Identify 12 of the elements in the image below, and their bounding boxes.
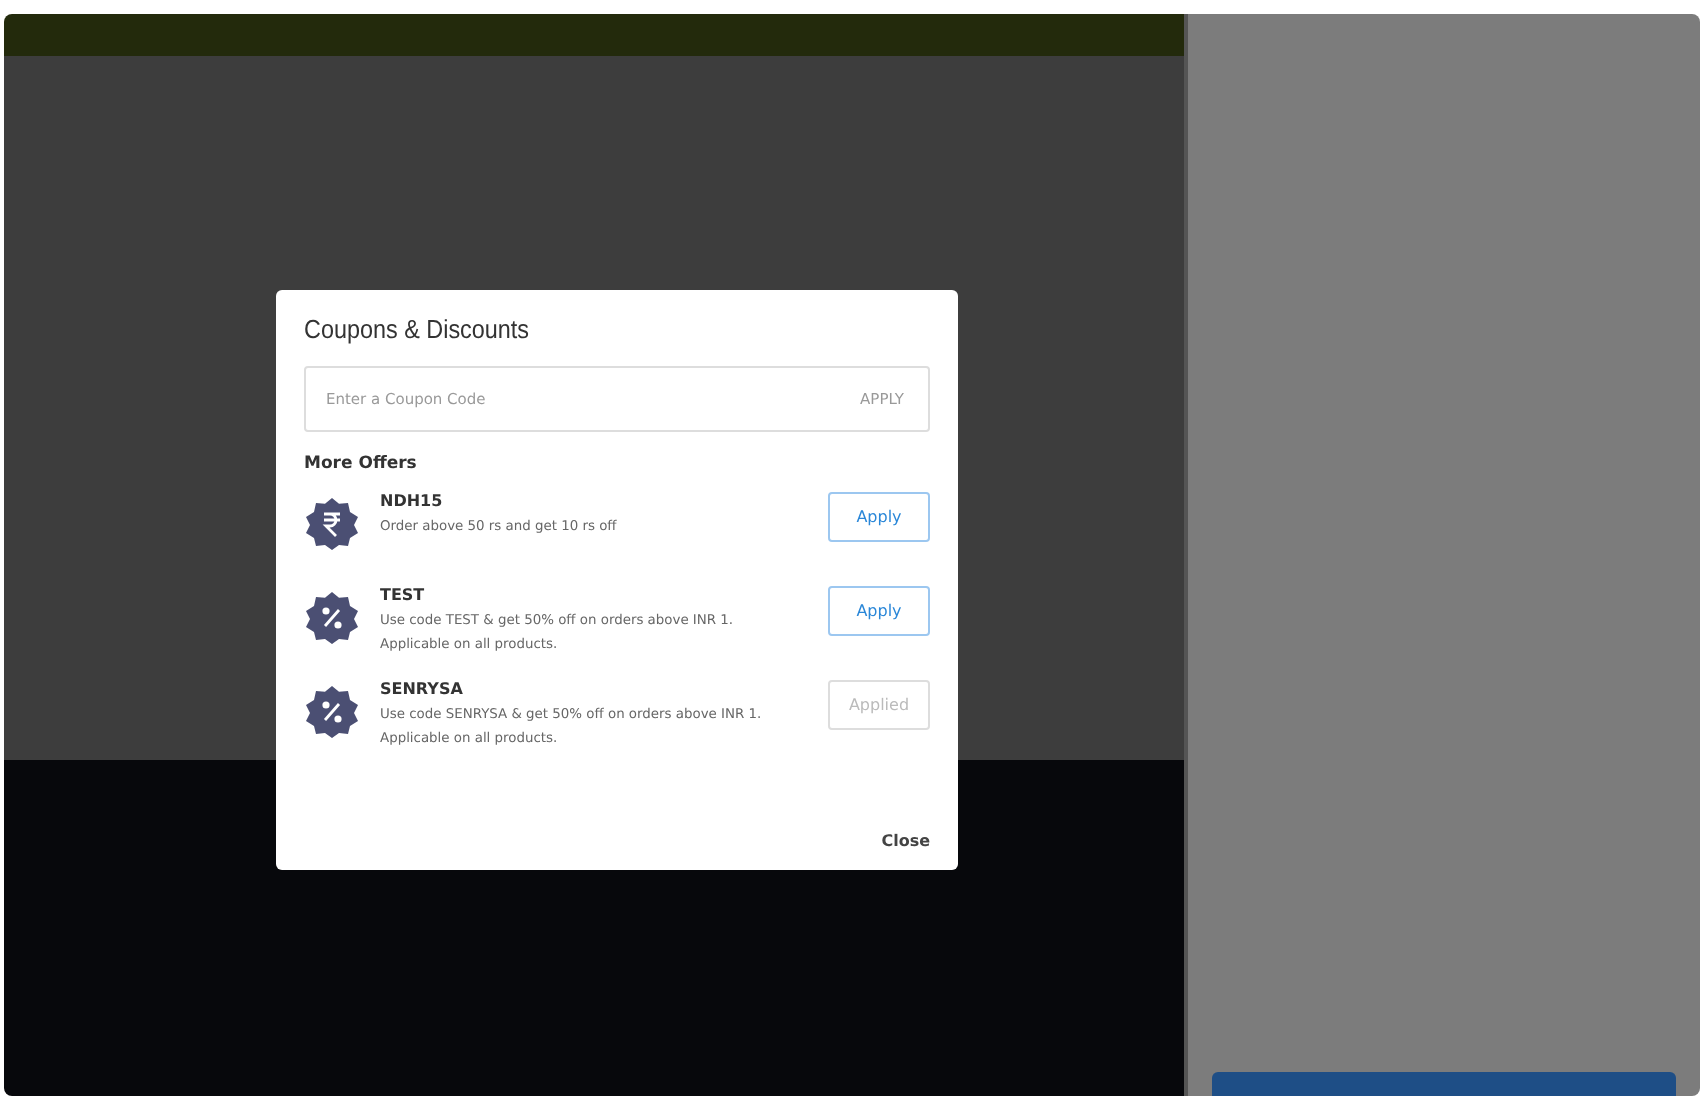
coupon-code: NDH15 [380, 492, 445, 510]
apply-button[interactable]: Apply [828, 586, 930, 636]
offer-badge-icon [304, 684, 360, 740]
coupon-code: TEST [380, 586, 427, 604]
dialog-title: Coupons & Discounts [304, 314, 532, 344]
applied-button[interactable]: Applied [828, 680, 930, 730]
close-button[interactable]: Close [881, 832, 930, 850]
section-title: More Offers [304, 454, 419, 474]
coupon-code: SENRYSA [380, 680, 465, 698]
offer-badge-icon [304, 590, 360, 646]
apply-button[interactable]: Apply [828, 492, 930, 542]
offer-badge-icon [304, 496, 360, 552]
